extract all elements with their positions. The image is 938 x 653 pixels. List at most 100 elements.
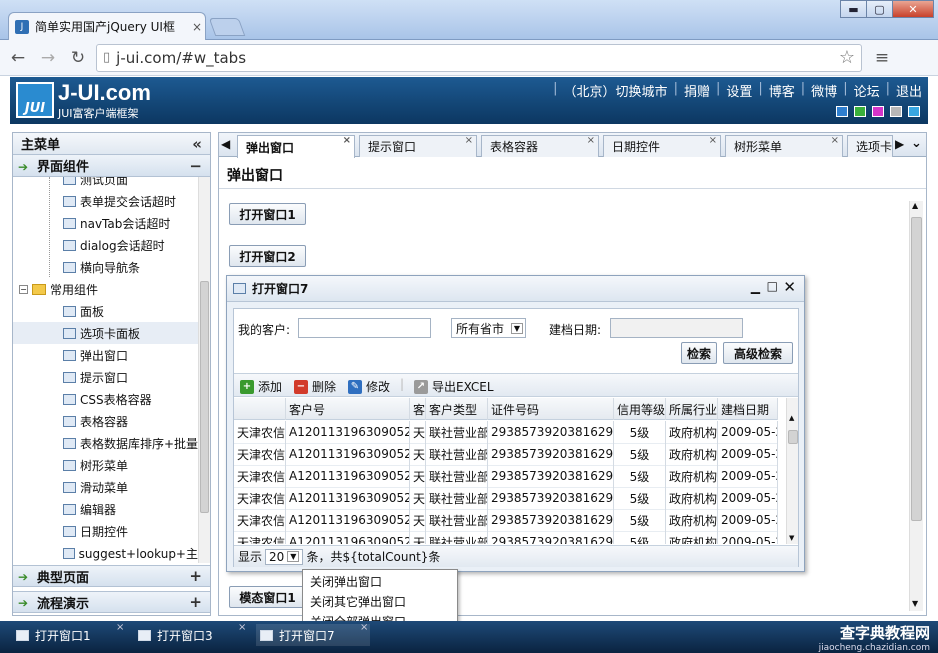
close-tab-icon[interactable]: × [343,135,351,146]
theme-swatch-silver[interactable] [890,106,902,117]
scroll-down-icon[interactable]: ▼ [789,534,794,542]
tree-item[interactable]: 选项卡面板 [13,322,198,344]
tree-item[interactable]: 面板 [63,300,198,322]
tree-item[interactable]: 弹出窗口 [63,344,198,366]
column-header[interactable]: 证件号码 [488,398,614,420]
menu-close-popup[interactable]: 关闭弹出窗口 [310,573,382,590]
tree-item[interactable]: 测试页面 [63,177,198,190]
tree-item[interactable]: 树形菜单 [63,454,198,476]
tree-item[interactable]: 表格数据库排序+批量 [63,432,198,454]
close-tab-icon[interactable]: × [831,135,839,146]
dialog-header[interactable]: 打开窗口7 ▁ □ ✕ [227,276,804,302]
table-row[interactable]: 天津农信 A120113196309052 天联社营业部 29385739203816… [234,487,778,510]
forward-icon[interactable]: → [36,46,60,70]
date-input[interactable] [610,318,743,338]
scroll-down-icon[interactable]: ▼ [912,599,918,608]
reload-icon[interactable]: ↻ [66,46,90,70]
maximize-dialog-icon[interactable]: □ [767,279,778,293]
tree-item[interactable]: suggest+lookup+主 [63,542,198,563]
search-button[interactable]: 检索 [681,342,717,364]
task-open-window-7[interactable]: 打开窗口7 × [256,622,370,646]
grid-scroll-thumb[interactable] [788,430,798,444]
column-header[interactable]: 客户类型 [426,398,488,420]
tree-item[interactable]: 表格容器 [63,410,198,432]
column-header[interactable]: 建档日期 [718,398,778,420]
task-open-window-1[interactable]: 打开窗口1 × [12,622,126,646]
export-excel-button[interactable]: ↗ 导出EXCEL [414,378,494,395]
app-logo[interactable]: JUI J-UI.com JUI富客户端框架 [16,80,166,120]
close-task-icon[interactable]: × [238,622,246,633]
province-select[interactable]: 所有省市 ▼ [451,318,526,338]
modal-window-1-button[interactable]: 模态窗口1 [229,586,306,608]
tree-item[interactable]: 提示窗口 [63,366,198,388]
table-row[interactable]: 天津农信 A120113196309052 天联社营业部 29385739203816… [234,531,778,544]
tab-alert-window[interactable]: 提示窗口 × [359,135,477,157]
back-icon[interactable]: ← [6,46,30,70]
table-row[interactable]: 天津农信 A120113196309052 天联社营业部 29385739203816… [234,465,778,488]
scroll-right-icon[interactable]: ▶ [895,137,909,151]
tab-list-dropdown-icon[interactable]: ⌄ [911,136,925,151]
column-header[interactable]: 客 [410,398,426,420]
new-tab-button[interactable] [208,18,246,36]
scroll-up-icon[interactable]: ▲ [789,414,794,422]
maximize-window-button[interactable]: ▢ [866,0,893,18]
tree-item[interactable]: 日期控件 [63,520,198,542]
nav-weibo[interactable]: 微博 [811,81,837,100]
scroll-up-icon[interactable]: ▲ [912,201,918,210]
section-ui-components[interactable]: ➔ 界面组件 − [13,155,210,177]
minimize-window-button[interactable]: ▬ [840,0,867,18]
customer-input[interactable] [298,318,431,338]
close-task-icon[interactable]: × [360,622,368,633]
theme-swatch-blue[interactable] [836,106,848,117]
scroll-left-icon[interactable]: ◀ [221,137,235,151]
tab-tree-menu[interactable]: 树形菜单 × [725,135,843,157]
collapse-section-icon[interactable]: − [189,157,202,175]
tab-popup-window[interactable]: 弹出窗口 × [237,135,355,158]
close-tab-icon[interactable]: × [709,135,717,146]
menu-close-other-popups[interactable]: 关闭其它弹出窗口 [310,593,406,610]
close-task-icon[interactable]: × [116,622,124,633]
nav-donate[interactable]: 捐赠 [684,81,710,100]
close-tab-icon[interactable]: × [465,135,473,146]
column-header[interactable]: 客户号 [286,398,410,420]
expand-section-icon[interactable]: + [189,593,202,611]
bookmark-star-icon[interactable]: ☆ [839,47,855,68]
section-typical-pages[interactable]: ➔ 典型页面 + [13,565,210,587]
advanced-search-button[interactable]: 高级检索 [723,342,793,364]
nav-settings[interactable]: 设置 [726,81,752,100]
main-scroll-thumb[interactable] [911,217,922,521]
theme-swatch-azure[interactable] [908,106,920,117]
sidebar-scrollbar[interactable] [198,177,210,563]
add-button[interactable]: + 添加 [240,378,282,395]
address-bar[interactable]: ▯ j-ui.com/#w_tabs ☆ [96,43,862,72]
nav-forum[interactable]: 论坛 [854,81,880,100]
sidebar-scroll-thumb[interactable] [200,281,209,513]
tab-grid-container[interactable]: 表格容器 × [481,135,599,157]
tab-tabs-panel[interactable]: 选项卡 [847,135,893,157]
close-tab-icon[interactable]: × [189,20,205,34]
page-size-select[interactable]: 20 ▼ [265,548,304,565]
close-window-button[interactable]: ✕ [892,0,934,18]
table-row[interactable]: 天津农信 A120113196309052 天联社营业部 29385739203816… [234,509,778,532]
column-header[interactable] [234,398,286,420]
menu-icon[interactable]: ≡ [870,46,894,70]
tree-item[interactable]: dialog会话超时 [63,234,198,256]
task-open-window-3[interactable]: 打开窗口3 × [134,622,248,646]
theme-swatch-green[interactable] [854,106,866,117]
main-scrollbar[interactable]: ▲ ▼ [909,201,923,611]
nav-blog[interactable]: 博客 [769,81,795,100]
collapse-node-icon[interactable]: − [19,284,28,294]
collapse-sidebar-icon[interactable]: « [192,135,202,153]
column-header[interactable]: 所属行业 [666,398,718,420]
close-tab-icon[interactable]: × [587,135,595,146]
section-flow-demo[interactable]: ➔ 流程演示 + [13,591,210,613]
table-row[interactable]: 天津农信 A120113196309052 天联社营业部 29385739203816… [234,443,778,466]
grid-scrollbar[interactable]: ▲ ▼ [786,398,798,544]
tree-item[interactable]: CSS表格容器 [63,388,198,410]
close-dialog-icon[interactable]: ✕ [783,278,796,296]
tree-item[interactable]: 编辑器 [63,498,198,520]
tree-folder[interactable]: − 常用组件 [19,278,198,300]
edit-button[interactable]: ✎ 修改 [348,378,390,395]
nav-logout[interactable]: 退出 [896,81,922,100]
tab-date-picker[interactable]: 日期控件 × [603,135,721,157]
